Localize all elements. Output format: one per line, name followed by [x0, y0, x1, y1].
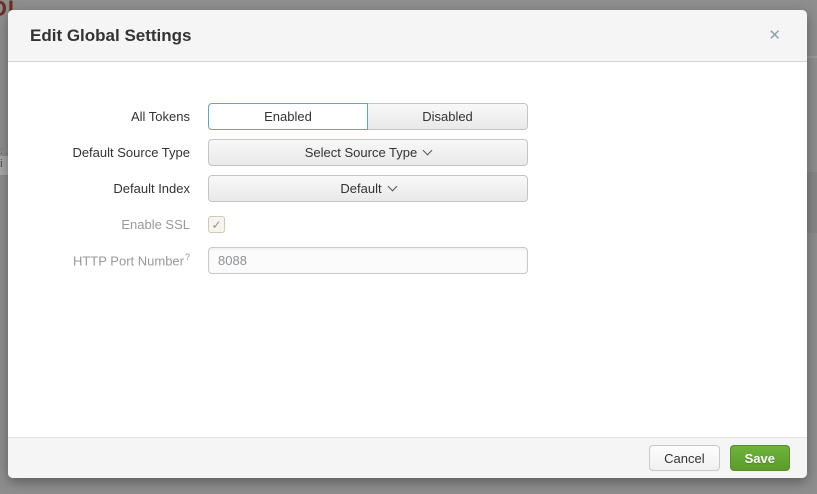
default-index-value: Default: [340, 181, 381, 196]
field-row-enable-ssl: Enable SSL ✓: [16, 211, 807, 238]
checkmark-icon: ✓: [211, 219, 221, 231]
dialog-body: All Tokens Enabled Disabled Default Sour…: [8, 62, 807, 437]
dialog-header: Edit Global Settings ✕: [8, 10, 807, 62]
chevron-down-icon: [423, 146, 433, 156]
field-row-http-port-number: HTTP Port Number?: [16, 247, 807, 274]
default-source-type-value: Select Source Type: [305, 145, 418, 160]
all-tokens-enabled-button[interactable]: Enabled: [208, 103, 368, 130]
all-tokens-toggle: Enabled Disabled: [208, 103, 528, 130]
screen: DI : . eti Edit Global Settings ✕ All To…: [0, 0, 817, 494]
default-index-label: Default Index: [16, 181, 190, 196]
enable-ssl-label: Enable SSL: [16, 217, 190, 232]
background-page-scroll-band: [807, 172, 817, 233]
all-tokens-label: All Tokens: [16, 109, 190, 124]
dialog-title: Edit Global Settings: [30, 26, 192, 46]
default-source-type-label: Default Source Type: [16, 145, 190, 160]
save-button[interactable]: Save: [730, 445, 790, 471]
background-page-tab-text: eti: [0, 158, 3, 170]
help-superscript: ?: [185, 252, 190, 262]
field-row-default-source-type: Default Source Type Select Source Type: [16, 139, 807, 166]
cancel-button[interactable]: Cancel: [649, 445, 719, 471]
chevron-down-icon: [387, 182, 397, 192]
http-port-number-input: [208, 247, 528, 274]
http-port-number-label: HTTP Port Number?: [16, 252, 190, 268]
field-row-default-index: Default Index Default: [16, 175, 807, 202]
http-port-number-label-text: HTTP Port Number: [73, 254, 184, 269]
field-row-all-tokens: All Tokens Enabled Disabled: [16, 103, 807, 130]
all-tokens-disabled-button[interactable]: Disabled: [368, 103, 528, 130]
dialog-footer: Cancel Save: [8, 437, 807, 478]
edit-global-settings-dialog: Edit Global Settings ✕ All Tokens Enable…: [8, 10, 807, 478]
close-icon[interactable]: ✕: [764, 26, 785, 45]
background-page-tab-fragment: eti: [0, 156, 8, 176]
default-source-type-dropdown[interactable]: Select Source Type: [208, 139, 528, 166]
default-index-dropdown[interactable]: Default: [208, 175, 528, 202]
enable-ssl-checkbox: ✓: [208, 216, 225, 233]
